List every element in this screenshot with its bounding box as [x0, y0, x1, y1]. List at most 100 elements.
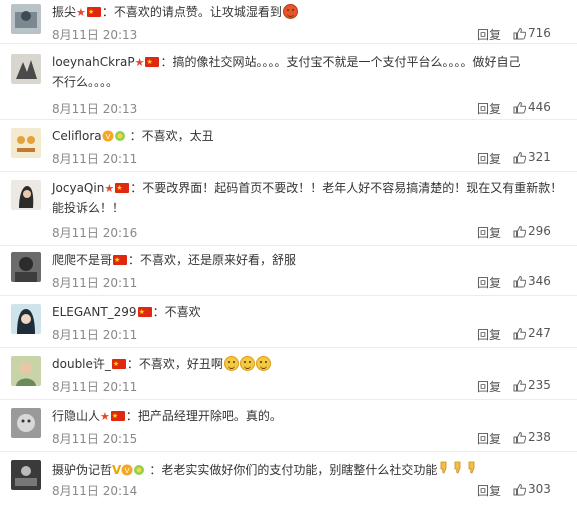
avatar[interactable] — [11, 54, 41, 84]
colon: ： — [128, 253, 141, 267]
badge-icon: V — [121, 463, 149, 481]
comment-date: 8月11日 20:11 — [52, 328, 138, 342]
svg-text:V: V — [125, 467, 130, 475]
comment-text-cont: 能投诉么！！ — [52, 201, 125, 215]
like-count: 238 — [528, 430, 551, 444]
china-flag-icon — [113, 252, 128, 268]
like-button[interactable]: 346 — [513, 274, 551, 288]
colon: ： — [149, 463, 162, 477]
avatar[interactable] — [11, 4, 41, 34]
shocked-emoji-icon — [255, 356, 271, 371]
reply-button[interactable]: 回复 — [477, 326, 501, 343]
like-count: 247 — [528, 326, 551, 340]
username[interactable]: 爬爬不是哥 — [52, 253, 112, 267]
username[interactable]: 振尖 — [52, 5, 76, 19]
comment-text: 搞的像社交网站。。。。支付宝不就是一个支付平台么。。。。做好自己 — [172, 55, 521, 69]
comment-date: 8月11日 20:16 — [52, 226, 138, 240]
username[interactable]: ELEGANT_299 — [52, 305, 137, 319]
avatar[interactable] — [11, 460, 41, 490]
comment-line: ELEGANT_299 ：不喜欢 — [52, 304, 201, 320]
avatar[interactable] — [11, 180, 41, 210]
comment-text: 不喜欢，好丑啊 — [138, 357, 223, 371]
reply-button[interactable]: 回复 — [477, 150, 501, 167]
colon: ： — [152, 305, 165, 319]
username[interactable]: 摄驴伪记哲 — [52, 463, 112, 477]
comment-line: 爬爬不是哥 ：不喜欢，还是原来好看，舒服 — [52, 252, 296, 268]
red-star-icon: ★ — [104, 182, 115, 195]
comment-date: 8月11日 20:13 — [52, 28, 138, 42]
colon: ： — [125, 409, 138, 423]
like-button[interactable]: 716 — [513, 26, 551, 40]
comment-date: 8月11日 20:11 — [52, 152, 138, 166]
reply-button[interactable]: 回复 — [477, 26, 501, 43]
like-count: 321 — [528, 150, 551, 164]
reply-button[interactable]: 回复 — [477, 430, 501, 447]
comment-row: 振尖★ ：不喜欢的请点赞。让攻城湿看到 8月11日 20:13 回复 716 — [0, 0, 577, 44]
thumbs-up-icon — [513, 327, 526, 340]
comment-date: 8月11日 20:15 — [52, 432, 138, 446]
comment-line: loeynahCkraP★ ：搞的像社交网站。。。。支付宝不就是一个支付平台么。。… — [52, 54, 520, 71]
comment-line: 摄驴伪记哲V V ：老老实实做好你们的支付功能，别瞎整什么社交功能 — [52, 460, 483, 481]
comment-text: 老老实实做好你们的支付功能，别瞎整什么社交功能 — [161, 463, 438, 477]
comment-row: JocyaQin★ ：不要改界面！起码首页不要改！！老年人好不容易搞清楚的！现在又… — [0, 172, 577, 246]
colon: ： — [129, 129, 142, 143]
username[interactable]: JocyaQin — [52, 181, 104, 195]
like-button[interactable]: 303 — [513, 482, 551, 496]
like-count: 235 — [528, 378, 551, 392]
reply-button[interactable]: 回复 — [477, 274, 501, 291]
svg-text:V: V — [105, 133, 110, 141]
like-count: 716 — [528, 26, 551, 40]
comment-date: 8月11日 20:13 — [52, 102, 138, 116]
shocked-emoji-icon — [239, 356, 255, 371]
username[interactable]: Celiflora — [52, 129, 102, 143]
comment-row: ELEGANT_299 ：不喜欢 8月11日 20:11 回复 247 — [0, 296, 577, 348]
colon: ： — [130, 181, 143, 195]
like-button[interactable]: 321 — [513, 150, 551, 164]
reply-button[interactable]: 回复 — [477, 224, 501, 241]
like-button[interactable]: 446 — [513, 100, 551, 114]
comment-line: double许_ ：不喜欢，好丑啊 — [52, 356, 271, 372]
comment-text-cont: 不行么。。。。 — [52, 75, 119, 89]
china-flag-icon — [115, 180, 130, 196]
like-count: 346 — [528, 274, 551, 288]
like-button[interactable]: 238 — [513, 430, 551, 444]
red-star-icon: ★ — [100, 410, 110, 423]
comment-row: 摄驴伪记哲V V ：老老实实做好你们的支付功能，别瞎整什么社交功能 8月11日 20… — [0, 452, 577, 505]
reply-button[interactable]: 回复 — [477, 378, 501, 395]
china-flag-icon — [137, 304, 152, 320]
comment-row: 爬爬不是哥 ：不喜欢，还是原来好看，舒服 8月11日 20:11 回复 346 — [0, 246, 577, 296]
avatar[interactable] — [11, 128, 41, 158]
like-button[interactable]: 235 — [513, 378, 551, 392]
comment-row: Celiflora V ：不喜欢，太丑 8月11日 20:11 回复 321 — [0, 120, 577, 172]
avatar[interactable] — [11, 252, 41, 282]
comment-text: 不喜欢，还是原来好看，舒服 — [140, 253, 297, 267]
username[interactable]: 行隐山人 — [52, 409, 100, 423]
china-flag-icon — [111, 356, 126, 372]
avatar[interactable] — [11, 356, 41, 386]
comment-row: 行隐山人★ ：把产品经理开除吧。真的。 8月11日 20:15 回复 238 — [0, 400, 577, 452]
thumbs-up-icon — [513, 431, 526, 444]
china-flag-icon — [86, 4, 101, 20]
like-count: 296 — [528, 224, 551, 238]
comment-date: 8月11日 20:14 — [52, 484, 138, 498]
reply-button[interactable]: 回复 — [477, 100, 501, 117]
thumbs-up-icon — [513, 275, 526, 288]
like-button[interactable]: 247 — [513, 326, 551, 340]
colon: ： — [126, 357, 139, 371]
thumbs-up-icon — [513, 225, 526, 238]
avatar[interactable] — [11, 304, 41, 334]
comment-line: 行隐山人★ ：把产品经理开除吧。真的。 — [52, 408, 282, 425]
reply-button[interactable]: 回复 — [477, 482, 501, 499]
comment-text: 不喜欢 — [164, 305, 201, 319]
username[interactable]: double许_ — [52, 357, 111, 371]
like-button[interactable]: 296 — [513, 224, 551, 238]
thumbs-up-icon — [513, 101, 526, 114]
avatar[interactable] — [11, 408, 41, 438]
like-count: 303 — [528, 482, 551, 496]
shocked-emoji-icon — [223, 356, 239, 371]
username[interactable]: loeynahCkraP — [52, 55, 135, 69]
angry-emoji-icon — [282, 4, 298, 19]
thumbs-up-icon — [513, 379, 526, 392]
comment-list: 振尖★：不喜欢的请点赞。让攻城湿看到 8月11日 20:13 回复 716 lo… — [0, 0, 577, 505]
red-star-icon: ★ — [134, 56, 145, 69]
